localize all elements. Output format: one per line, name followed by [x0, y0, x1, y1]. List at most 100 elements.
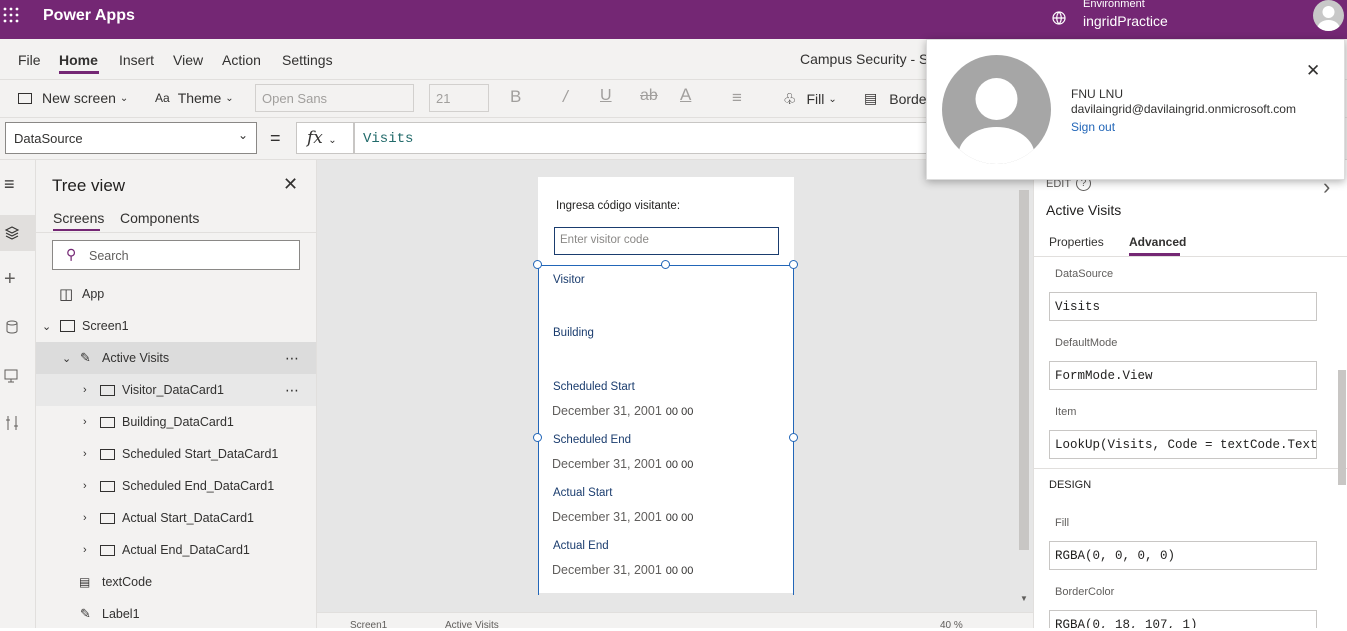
card-label-scheduled-start[interactable]: Scheduled Start — [553, 381, 635, 393]
user-avatar[interactable] — [1313, 0, 1344, 31]
fill-value: RGBA(0, 0, 0, 0) — [1055, 549, 1176, 563]
advanced-tools-icon[interactable] — [5, 415, 19, 434]
italic-icon[interactable]: / — [563, 87, 568, 107]
app-screen[interactable]: Ingresa código visitante: Enter visitor … — [533, 177, 798, 595]
strikethrough-icon[interactable]: ab — [640, 87, 658, 105]
card-value-actual-end[interactable]: December 31, 2001 00 00 — [552, 563, 693, 577]
close-icon[interactable]: ✕ — [1306, 61, 1320, 81]
divider — [36, 232, 316, 233]
chevron-right-icon: › — [83, 512, 87, 524]
resize-handle-top-left[interactable] — [533, 260, 542, 269]
tree-item-label: Actual Start_DataCard1 — [122, 511, 255, 525]
new-screen-button[interactable]: New screen ⌄ — [18, 90, 128, 106]
more-options-icon[interactable]: ⋯ — [285, 382, 299, 399]
fill-input[interactable]: RGBA(0, 0, 0, 0) — [1049, 541, 1317, 570]
menu-action[interactable]: Action — [222, 52, 261, 68]
status-screen[interactable]: Screen1 — [350, 620, 387, 631]
close-icon[interactable]: ✕ — [283, 174, 298, 195]
card-value-scheduled-end[interactable]: December 31, 2001 00 00 — [552, 457, 693, 471]
status-zoom[interactable]: 40 % — [940, 620, 963, 631]
media-icon[interactable] — [4, 368, 20, 387]
defaultmode-input[interactable]: FormMode.View — [1049, 361, 1317, 390]
card-label-building[interactable]: Building — [553, 327, 594, 339]
font-size-select[interactable]: 21 — [429, 84, 489, 112]
menu-insert[interactable]: Insert — [119, 52, 154, 68]
resize-handle-middle-right[interactable] — [789, 433, 798, 442]
tree-item-label: Scheduled Start_DataCard1 — [122, 447, 279, 461]
datasource-input[interactable]: Visits — [1049, 292, 1317, 321]
status-control[interactable]: Active Visits — [445, 620, 499, 631]
resize-handle-top-right[interactable] — [789, 260, 798, 269]
time-value: 00 00 — [665, 565, 694, 577]
visitor-code-input[interactable]: Enter visitor code — [554, 227, 779, 255]
scroll-down-icon[interactable]: ▼ — [1020, 594, 1028, 603]
card-label-actual-end[interactable]: Actual End — [553, 540, 609, 552]
tree-view-icon[interactable] — [0, 215, 36, 251]
resize-handle-top-center[interactable] — [661, 260, 670, 269]
property-select[interactable]: DataSource ⌄ — [5, 122, 257, 154]
theme-button[interactable]: Aa Theme ⌄ — [155, 90, 234, 106]
app-title[interactable]: Power Apps — [43, 7, 135, 25]
resize-handle-middle-left[interactable] — [533, 433, 542, 442]
properties-scrollbar[interactable] — [1338, 370, 1346, 485]
canvas-scrollbar[interactable] — [1019, 190, 1029, 550]
hamburger-icon[interactable]: ≡ — [4, 174, 15, 195]
tree-item-building-datacard[interactable]: › Building_DataCard1 — [36, 406, 316, 438]
environment-icon[interactable] — [1051, 10, 1067, 29]
chevron-right-icon: › — [83, 416, 87, 428]
search-placeholder: Search — [89, 249, 129, 263]
tab-components[interactable]: Components — [120, 210, 199, 226]
environment-name[interactable]: ingridPractice — [1083, 13, 1168, 29]
card-value-scheduled-start[interactable]: December 31, 2001 00 00 — [552, 404, 693, 418]
sign-out-link[interactable]: Sign out — [1071, 120, 1115, 134]
design-canvas[interactable]: Ingresa código visitante: Enter visitor … — [317, 160, 1033, 631]
new-screen-icon — [18, 92, 32, 104]
fx-button[interactable]: fx ⌄ — [296, 122, 354, 154]
data-icon[interactable] — [6, 320, 18, 337]
chevron-right-icon: › — [83, 544, 87, 556]
card-label-visitor[interactable]: Visitor — [553, 274, 585, 286]
fill-button[interactable]: ♧ Fill ⌄ — [783, 90, 837, 108]
tree-item-visitor-datacard[interactable]: › Visitor_DataCard1 ⋯ — [36, 374, 316, 406]
tree-item-screen1[interactable]: ⌄ Screen1 — [36, 310, 316, 342]
more-options-icon[interactable]: ⋯ — [285, 350, 299, 367]
font-select[interactable]: Open Sans — [255, 84, 414, 112]
active-visits-form[interactable]: Visitor Building Scheduled Start Decembe… — [538, 265, 794, 595]
insert-icon[interactable]: + — [4, 268, 16, 291]
prompt-label[interactable]: Ingresa código visitante: — [556, 200, 680, 212]
tab-screens[interactable]: Screens — [53, 210, 104, 226]
item-value: LookUp(Visits, Code = textCode.Text) — [1055, 438, 1317, 452]
bold-button[interactable]: B — [510, 87, 521, 107]
border-button[interactable]: ▤ Borde — [864, 90, 927, 107]
card-label-scheduled-end[interactable]: Scheduled End — [553, 434, 631, 446]
tab-advanced[interactable]: Advanced — [1129, 235, 1186, 249]
item-input[interactable]: LookUp(Visits, Code = textCode.Text) — [1049, 430, 1317, 459]
formula-input[interactable]: Visits — [354, 122, 954, 154]
tab-screens-underline — [53, 229, 100, 231]
align-icon[interactable]: ≡ — [732, 88, 742, 108]
tree-item-textcode[interactable]: ▤ textCode — [36, 566, 316, 598]
fill-label: Fill — [1055, 517, 1070, 529]
menu-settings[interactable]: Settings — [282, 52, 333, 68]
font-color-icon[interactable]: A — [680, 85, 691, 105]
tab-properties[interactable]: Properties — [1049, 235, 1104, 249]
bordercolor-input[interactable]: RGBA(0, 18, 107, 1) — [1049, 610, 1317, 628]
tree-item-scheduled-end-datacard[interactable]: › Scheduled End_DataCard1 — [36, 470, 316, 502]
tree-item-actual-end-datacard[interactable]: › Actual End_DataCard1 — [36, 534, 316, 566]
underline-icon[interactable]: U — [600, 87, 612, 105]
search-input[interactable]: ⚲ Search — [52, 240, 300, 270]
menu-home[interactable]: Home — [59, 52, 98, 68]
tree-item-app[interactable]: ◫ App — [36, 278, 316, 310]
menu-file[interactable]: File — [18, 52, 41, 68]
tree-item-scheduled-start-datacard[interactable]: › Scheduled Start_DataCard1 — [36, 438, 316, 470]
tree-item-active-visits[interactable]: ⌄ ✎ Active Visits ⋯ — [36, 342, 316, 374]
tree-item-label1[interactable]: ✎ Label1 — [36, 598, 316, 630]
status-bar: Screen1 Active Visits 40 % — [317, 612, 1033, 631]
card-label-actual-start[interactable]: Actual Start — [553, 487, 612, 499]
tree-item-actual-start-datacard[interactable]: › Actual Start_DataCard1 — [36, 502, 316, 534]
tree-item-label: Scheduled End_DataCard1 — [122, 479, 275, 493]
app-launcher-icon[interactable] — [3, 7, 19, 23]
menu-view[interactable]: View — [173, 52, 203, 68]
app-icon: ◫ — [59, 286, 74, 303]
card-value-actual-start[interactable]: December 31, 2001 00 00 — [552, 510, 693, 524]
